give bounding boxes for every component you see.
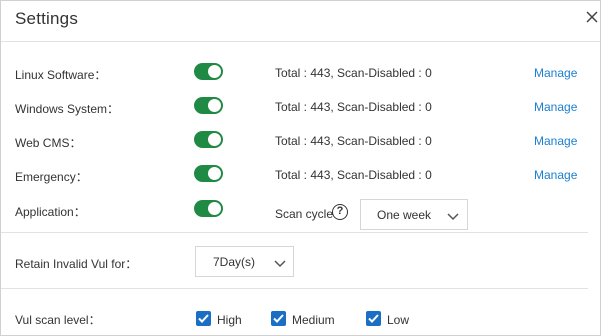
windows-system-toggle[interactable] bbox=[194, 97, 223, 114]
help-icon[interactable]: ? bbox=[332, 204, 348, 220]
section-divider bbox=[1, 288, 588, 289]
row-label: Emergency： bbox=[15, 170, 88, 184]
row-label: Web CMS： bbox=[15, 136, 82, 150]
retain-days-value: 7Day(s) bbox=[213, 255, 256, 269]
web-cms-toggle[interactable] bbox=[194, 131, 223, 148]
section-divider bbox=[1, 232, 588, 233]
row-label: Windows System： bbox=[15, 102, 120, 116]
manage-linux-software-link[interactable]: Manage bbox=[534, 66, 577, 80]
scan-cycle-label: Scan cycle bbox=[275, 207, 334, 221]
manage-emergency-link[interactable]: Manage bbox=[534, 168, 577, 182]
dialog-title: Settings bbox=[15, 9, 79, 28]
retain-days-select[interactable]: 7Day(s) bbox=[195, 246, 294, 277]
row-emergency: Emergency： Total : 443, Scan-Disabled : … bbox=[1, 164, 600, 188]
checkbox-label: Medium bbox=[292, 313, 335, 327]
settings-dialog: Settings Linux Software： Total : 443, Sc… bbox=[0, 0, 601, 336]
row-stats: Total : 443, Scan-Disabled : 0 bbox=[275, 66, 432, 80]
row-web-cms: Web CMS： Total : 443, Scan-Disabled : 0 … bbox=[1, 130, 600, 154]
row-retain-invalid-vul: Retain Invalid Vul for： bbox=[1, 251, 600, 275]
dialog-header: Settings bbox=[1, 1, 600, 42]
row-label: Linux Software： bbox=[15, 68, 107, 82]
application-toggle[interactable] bbox=[194, 200, 223, 217]
checkbox-label: Low bbox=[387, 313, 410, 327]
checkmark-icon bbox=[196, 311, 211, 326]
row-application: Application： Scan cycle ? bbox=[1, 199, 600, 223]
row-stats: Total : 443, Scan-Disabled : 0 bbox=[275, 134, 432, 148]
row-stats: Total : 443, Scan-Disabled : 0 bbox=[275, 100, 432, 114]
manage-web-cms-link[interactable]: Manage bbox=[534, 134, 577, 148]
scan-cycle-value: One week bbox=[377, 208, 432, 222]
row-stats: Total : 443, Scan-Disabled : 0 bbox=[275, 168, 432, 182]
retain-label: Retain Invalid Vul for： bbox=[15, 257, 138, 271]
close-icon[interactable] bbox=[582, 7, 601, 27]
manage-windows-system-link[interactable]: Manage bbox=[534, 100, 577, 114]
checkmark-icon bbox=[271, 311, 286, 326]
chevron-down-icon bbox=[274, 257, 286, 271]
row-linux-software: Linux Software： Total : 443, Scan-Disabl… bbox=[1, 62, 600, 86]
checkbox-label: High bbox=[217, 313, 242, 327]
row-label: Application： bbox=[15, 205, 86, 219]
row-windows-system: Windows System： Total : 443, Scan-Disabl… bbox=[1, 96, 600, 120]
scan-cycle-select[interactable]: One week bbox=[360, 199, 468, 230]
checkmark-icon bbox=[366, 311, 381, 326]
chevron-down-icon bbox=[447, 210, 459, 224]
emergency-toggle[interactable] bbox=[194, 165, 223, 182]
scan-level-label: Vul scan level： bbox=[15, 313, 101, 327]
linux-software-toggle[interactable] bbox=[194, 63, 223, 80]
